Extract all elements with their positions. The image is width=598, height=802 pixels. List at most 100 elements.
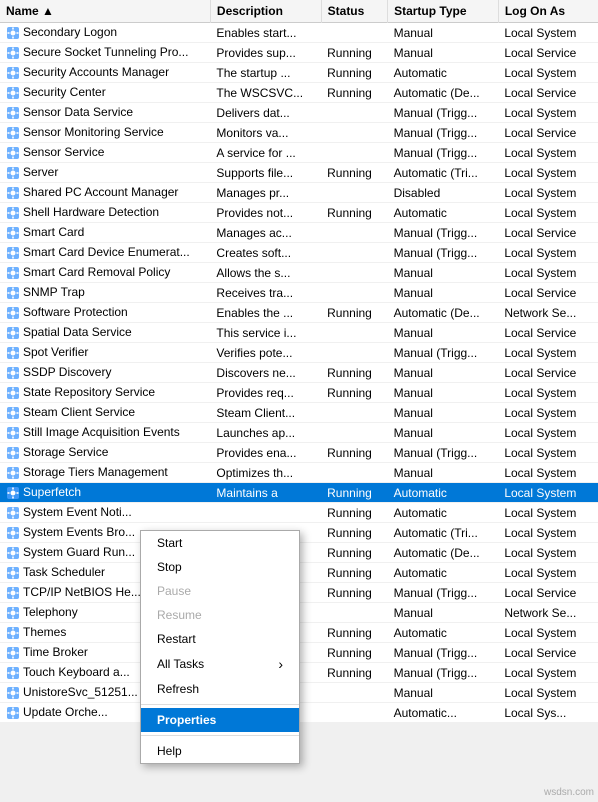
cell-logon: Local System [498, 523, 598, 543]
context-menu-item-refresh[interactable]: Refresh [141, 677, 299, 701]
cell-name: Steam Client Service [0, 403, 210, 423]
service-name: Secondary Logon [23, 25, 117, 39]
table-row[interactable]: Storage ServiceProvides ena...RunningMan… [0, 443, 598, 463]
table-row[interactable]: Smart CardManages ac...Manual (Trigg...L… [0, 223, 598, 243]
cell-description: Enables start... [210, 23, 321, 43]
cell-name: Smart Card Removal Policy [0, 263, 210, 283]
cell-startup: Manual [388, 323, 499, 343]
cell-startup: Manual (Trigg... [388, 223, 499, 243]
cell-description: Provides not... [210, 203, 321, 223]
service-name: Security Center [23, 85, 106, 99]
cell-logon: Local System [498, 563, 598, 583]
cell-status [321, 423, 387, 443]
service-icon [6, 585, 23, 599]
context-menu-item-properties[interactable]: Properties [141, 708, 299, 732]
service-icon [6, 325, 23, 339]
cell-description: Provides req... [210, 383, 321, 403]
cell-status [321, 403, 387, 423]
table-row[interactable]: Secondary LogonEnables start...ManualLoc… [0, 23, 598, 43]
cell-description: Provides sup... [210, 43, 321, 63]
table-row[interactable]: Secure Socket Tunneling Pro...Provides s… [0, 43, 598, 63]
cell-description: Manages pr... [210, 183, 321, 203]
cell-logon: Local Service [498, 83, 598, 103]
table-row[interactable]: Sensor ServiceA service for ...Manual (T… [0, 143, 598, 163]
table-row[interactable]: Shared PC Account ManagerManages pr...Di… [0, 183, 598, 203]
service-name: Sensor Monitoring Service [23, 125, 164, 139]
cell-description: A service for ... [210, 143, 321, 163]
service-icon [6, 465, 23, 479]
service-icon [6, 245, 23, 259]
cell-description: Maintains a [210, 483, 321, 503]
table-header-row: Name ▲ Description Status Startup Type L… [0, 0, 598, 23]
service-icon [6, 205, 23, 219]
table-row[interactable]: Security Accounts ManagerThe startup ...… [0, 63, 598, 83]
cell-description: Provides ena... [210, 443, 321, 463]
cell-startup: Manual [388, 363, 499, 383]
col-header-startup[interactable]: Startup Type [388, 0, 499, 23]
table-row[interactable]: Smart Card Device Enumerat...Creates sof… [0, 243, 598, 263]
col-header-description[interactable]: Description [210, 0, 321, 23]
context-menu: StartStopPauseResumeRestartAll Tasks›Ref… [140, 530, 300, 764]
cell-status: Running [321, 643, 387, 663]
service-name: Spatial Data Service [23, 325, 132, 339]
table-row[interactable]: Storage Tiers ManagementOptimizes th...M… [0, 463, 598, 483]
table-row[interactable]: Software ProtectionEnables the ...Runnin… [0, 303, 598, 323]
service-name: Sensor Service [23, 145, 104, 159]
table-row[interactable]: Spatial Data ServiceThis service i...Man… [0, 323, 598, 343]
cell-status: Running [321, 43, 387, 63]
cell-logon: Local System [498, 203, 598, 223]
table-row[interactable]: Security CenterThe WSCSVC...RunningAutom… [0, 83, 598, 103]
cell-status: Running [321, 523, 387, 543]
service-name: Storage Service [23, 445, 108, 459]
table-row[interactable]: System Event Noti...RunningAutomaticLoca… [0, 503, 598, 523]
table-row[interactable]: Smart Card Removal PolicyAllows the s...… [0, 263, 598, 283]
service-icon [6, 385, 23, 399]
table-row[interactable]: SSDP DiscoveryDiscovers ne...RunningManu… [0, 363, 598, 383]
cell-name: Server [0, 163, 210, 183]
menu-item-label: Help [157, 744, 182, 758]
service-name: SNMP Trap [23, 285, 85, 299]
table-row[interactable]: SNMP TrapReceives tra...ManualLocal Serv… [0, 283, 598, 303]
table-row[interactable]: Sensor Monitoring ServiceMonitors va...M… [0, 123, 598, 143]
cell-name: Sensor Monitoring Service [0, 123, 210, 143]
table-row[interactable]: SuperfetchMaintains aRunningAutomaticLoc… [0, 483, 598, 503]
table-row[interactable]: ServerSupports file...RunningAutomatic (… [0, 163, 598, 183]
table-row[interactable]: Spot VerifierVerifies pote...Manual (Tri… [0, 343, 598, 363]
cell-description [210, 503, 321, 523]
cell-status [321, 143, 387, 163]
table-row[interactable]: Shell Hardware DetectionProvides not...R… [0, 203, 598, 223]
cell-startup: Automatic [388, 63, 499, 83]
cell-name: Superfetch [0, 483, 210, 503]
context-menu-item-all-tasks[interactable]: All Tasks› [141, 651, 299, 677]
col-header-name[interactable]: Name ▲ [0, 0, 210, 23]
context-menu-item-help[interactable]: Help [141, 739, 299, 763]
table-row[interactable]: State Repository ServiceProvides req...R… [0, 383, 598, 403]
cell-logon: Local System [498, 463, 598, 483]
cell-name: Storage Service [0, 443, 210, 463]
service-name: Steam Client Service [23, 405, 135, 419]
cell-status [321, 103, 387, 123]
context-menu-item-restart[interactable]: Restart [141, 627, 299, 651]
cell-description: Receives tra... [210, 283, 321, 303]
service-name: Superfetch [23, 485, 81, 499]
service-icon [6, 345, 23, 359]
service-icon [6, 85, 23, 99]
table-row[interactable]: Steam Client ServiceSteam Client...Manua… [0, 403, 598, 423]
context-menu-item-stop[interactable]: Stop [141, 555, 299, 579]
cell-status: Running [321, 663, 387, 683]
cell-startup: Automatic [388, 483, 499, 503]
cell-startup: Automatic [388, 623, 499, 643]
col-header-status[interactable]: Status [321, 0, 387, 23]
menu-item-label: Stop [157, 560, 182, 574]
context-menu-item-start[interactable]: Start [141, 531, 299, 555]
service-name: Spot Verifier [23, 345, 88, 359]
table-row[interactable]: Sensor Data ServiceDelivers dat...Manual… [0, 103, 598, 123]
service-icon [6, 545, 23, 559]
service-name: Storage Tiers Management [23, 465, 168, 479]
table-row[interactable]: Still Image Acquisition EventsLaunches a… [0, 423, 598, 443]
cell-name: Smart Card Device Enumerat... [0, 243, 210, 263]
cell-status [321, 23, 387, 43]
cell-startup: Manual [388, 403, 499, 423]
col-header-logon[interactable]: Log On As [498, 0, 598, 23]
cell-logon: Local System [498, 183, 598, 203]
